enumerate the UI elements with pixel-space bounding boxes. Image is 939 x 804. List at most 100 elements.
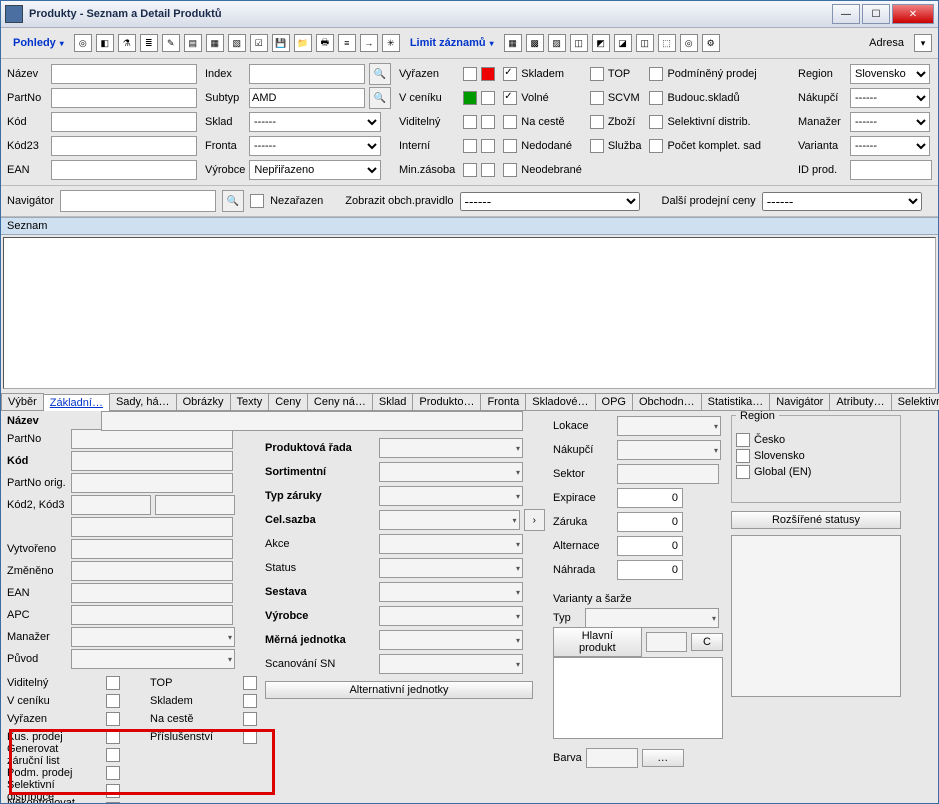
input-idprod[interactable] bbox=[850, 160, 932, 180]
input-index[interactable] bbox=[249, 64, 365, 84]
tab-skladove[interactable]: Skladové… bbox=[525, 393, 595, 410]
tb-icon-25[interactable]: ⚙ bbox=[702, 34, 720, 52]
subtyp-search-icon[interactable]: 🔍 bbox=[369, 87, 391, 109]
select-nakupci[interactable]: ------ bbox=[850, 88, 930, 108]
select-dalsi[interactable]: ------ bbox=[762, 192, 922, 211]
dc-vyrazen[interactable] bbox=[106, 712, 120, 726]
tb-icon-16[interactable]: ▦ bbox=[504, 34, 522, 52]
dc-seldist[interactable] bbox=[106, 784, 120, 798]
tb-icon-5[interactable]: ✎ bbox=[162, 34, 180, 52]
dc-prislu[interactable] bbox=[243, 730, 257, 744]
tab-cenyna[interactable]: Ceny ná… bbox=[307, 393, 373, 410]
tri-vyrazen-a[interactable] bbox=[463, 67, 477, 81]
reg-cesko[interactable] bbox=[736, 433, 750, 447]
ext-status-list[interactable] bbox=[731, 535, 901, 697]
close-button[interactable]: ✕ bbox=[892, 4, 934, 24]
limit-dropdown[interactable]: Limit záznamů bbox=[404, 35, 500, 51]
d-input-kod2[interactable] bbox=[71, 495, 151, 515]
celsazba-go-icon[interactable]: › bbox=[524, 509, 546, 531]
tb-icon-19[interactable]: ◫ bbox=[570, 34, 588, 52]
d-input-kod3[interactable] bbox=[155, 495, 235, 515]
d-input-apc[interactable] bbox=[71, 605, 233, 625]
navigator-search-icon[interactable]: 🔍 bbox=[222, 190, 244, 212]
m-combo-celsazba[interactable] bbox=[379, 510, 520, 530]
tb-icon-2[interactable]: ◧ bbox=[96, 34, 114, 52]
tri-viditelny-b[interactable] bbox=[481, 115, 495, 129]
select-varianta[interactable]: ------ bbox=[850, 136, 930, 156]
r-input-sektor[interactable] bbox=[617, 464, 719, 484]
c-button[interactable]: C bbox=[691, 633, 723, 651]
cb-top[interactable] bbox=[590, 67, 604, 81]
hlavni-produkt-button[interactable]: Hlavní produkt bbox=[553, 627, 642, 657]
tb-icon-22[interactable]: ◫ bbox=[636, 34, 654, 52]
cb-podmprodej[interactable] bbox=[649, 67, 663, 81]
index-search-icon[interactable]: 🔍 bbox=[369, 63, 391, 85]
tab-sklad[interactable]: Sklad bbox=[372, 393, 414, 410]
m-combo-typzar[interactable] bbox=[379, 486, 523, 506]
maximize-button[interactable]: ☐ bbox=[862, 4, 890, 24]
r-num-zaruka[interactable]: 0 bbox=[617, 512, 683, 532]
tb-icon-7[interactable]: ▦ bbox=[206, 34, 224, 52]
tb-icon-15[interactable]: ✳ bbox=[382, 34, 400, 52]
tab-texty[interactable]: Texty bbox=[230, 393, 270, 410]
reg-slovensko[interactable] bbox=[736, 449, 750, 463]
tb-icon-21[interactable]: ◪ bbox=[614, 34, 632, 52]
cb-scvm[interactable] bbox=[590, 91, 604, 105]
r-combo-nakupci[interactable] bbox=[617, 440, 721, 460]
select-fronta[interactable]: ------ bbox=[249, 136, 381, 156]
input-ean[interactable] bbox=[51, 160, 197, 180]
select-manazer[interactable]: ------ bbox=[850, 112, 930, 132]
tab-navigator[interactable]: Navigátor bbox=[769, 393, 830, 410]
input-subtyp[interactable] bbox=[249, 88, 365, 108]
r-num-expirace[interactable]: 0 bbox=[617, 488, 683, 508]
dc-generovat[interactable] bbox=[106, 748, 120, 762]
combo-typ[interactable] bbox=[585, 608, 719, 628]
m-combo-akce[interactable] bbox=[379, 534, 523, 554]
ext-status-button[interactable]: Rozšířené statusy bbox=[731, 511, 901, 529]
tab-atributy[interactable]: Atributy… bbox=[829, 393, 891, 410]
tab-fronta[interactable]: Fronta bbox=[480, 393, 526, 410]
tb-icon-10[interactable]: 💾 bbox=[272, 34, 290, 52]
reg-global[interactable] bbox=[736, 465, 750, 479]
tri-minzasoba-b[interactable] bbox=[481, 163, 495, 177]
tb-icon-4[interactable]: ≣ bbox=[140, 34, 158, 52]
tab-sady[interactable]: Sady, há… bbox=[109, 393, 177, 410]
minimize-button[interactable]: — bbox=[832, 4, 860, 24]
input-navigator[interactable] bbox=[60, 190, 216, 212]
dc-podmprodej[interactable] bbox=[106, 766, 120, 780]
tb-icon-14[interactable]: → bbox=[360, 34, 378, 52]
tri-viditelny-a[interactable] bbox=[463, 115, 477, 129]
cb-seldist[interactable] bbox=[649, 115, 663, 129]
tab-zakladni[interactable]: Základní… bbox=[43, 394, 110, 411]
m-combo-vyrobce[interactable] bbox=[379, 606, 523, 626]
dc-top[interactable] bbox=[243, 676, 257, 690]
d-combo-manazer[interactable] bbox=[71, 627, 235, 647]
barva-swatch[interactable] bbox=[586, 748, 638, 768]
r-combo-lokace[interactable] bbox=[617, 416, 721, 436]
tab-ceny[interactable]: Ceny bbox=[268, 393, 308, 410]
dc-vceniku[interactable] bbox=[106, 694, 120, 708]
address-dropdown-icon[interactable]: ▾ bbox=[914, 34, 932, 52]
tb-icon-1[interactable]: ◎ bbox=[74, 34, 92, 52]
tb-icon-24[interactable]: ◎ bbox=[680, 34, 698, 52]
input-kod[interactable] bbox=[51, 112, 197, 132]
input-nazev[interactable] bbox=[51, 64, 197, 84]
tab-selektivn[interactable]: Selektivn… bbox=[891, 393, 939, 410]
dc-naceste[interactable] bbox=[243, 712, 257, 726]
dc-viditelny[interactable] bbox=[106, 676, 120, 690]
d-input-zmeneno[interactable] bbox=[71, 561, 233, 581]
tri-interni-b[interactable] bbox=[481, 139, 495, 153]
cb-zbozi[interactable] bbox=[590, 115, 604, 129]
tab-statistika[interactable]: Statistika… bbox=[701, 393, 771, 410]
d-input-vytvoreno[interactable] bbox=[71, 539, 233, 559]
d-combo-puvod[interactable] bbox=[71, 649, 235, 669]
tab-obchodn[interactable]: Obchodn… bbox=[632, 393, 702, 410]
d-input-kod[interactable] bbox=[71, 451, 233, 471]
select-vyrobce[interactable]: Nepřiřazeno bbox=[249, 160, 381, 180]
tri-vyrazen-b[interactable] bbox=[481, 67, 495, 81]
alt-units-button[interactable]: Alternativní jednotky bbox=[265, 681, 533, 699]
d-input-ean[interactable] bbox=[71, 583, 233, 603]
tb-icon-8[interactable]: ▧ bbox=[228, 34, 246, 52]
tab-opg[interactable]: OPG bbox=[595, 393, 633, 410]
barva-pick-button[interactable]: … bbox=[642, 749, 684, 767]
